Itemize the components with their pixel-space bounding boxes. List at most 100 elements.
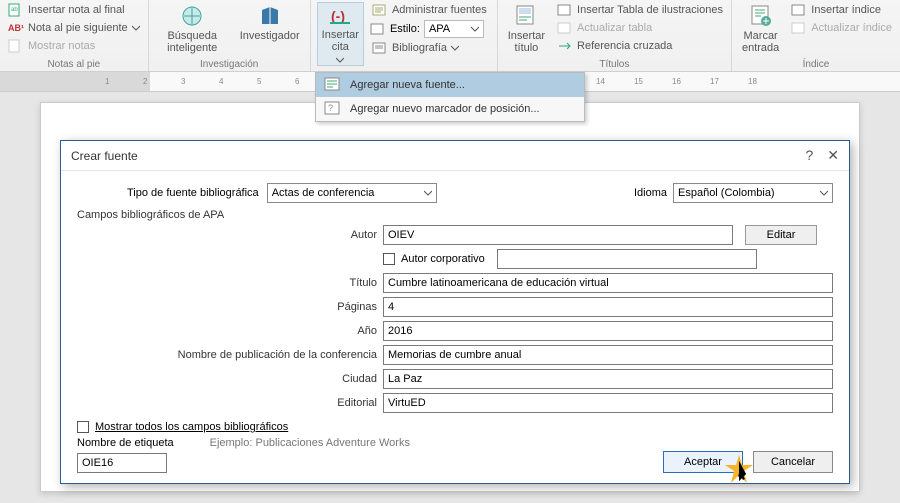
style-combo[interactable]: APA: [424, 20, 484, 38]
insert-index-label: Insertar índice: [811, 4, 881, 16]
endnote-label: Insertar nota al final: [28, 4, 125, 16]
insert-citation-button[interactable]: (-) Insertar cita: [317, 2, 364, 66]
mark-entry-button[interactable]: Marcar entrada: [738, 2, 783, 56]
style-row: Estilo: APA: [370, 20, 489, 38]
pages-label: Páginas: [77, 301, 377, 313]
conf-name-input[interactable]: [383, 345, 833, 365]
dialog-titlebar: Crear fuente ? ✕: [61, 141, 849, 171]
menu-add-placeholder[interactable]: ? Agregar nuevo marcador de posición...: [316, 97, 584, 121]
corp-author-input[interactable]: [497, 249, 757, 269]
title-label: Título: [77, 277, 377, 289]
show-all-checkbox[interactable]: [77, 421, 89, 433]
ribbon-group-label: Notas al pie: [6, 59, 142, 71]
svg-text:?: ?: [328, 103, 333, 113]
chevron-down-icon: [424, 189, 432, 197]
svg-text:5: 5: [257, 77, 262, 86]
cross-ref-label: Referencia cruzada: [577, 40, 672, 52]
insert-citation-icon: (-): [328, 5, 352, 27]
svg-text:ab: ab: [11, 7, 18, 13]
language-combo[interactable]: Español (Colombia): [673, 183, 833, 203]
ribbon-group-captions: Insertar título Insertar Tabla de ilustr…: [498, 0, 732, 71]
city-label: Ciudad: [77, 373, 377, 385]
next-footnote-button[interactable]: AB¹ Nota al pie siguiente: [6, 20, 142, 36]
source-type-combo[interactable]: Actas de conferencia: [267, 183, 437, 203]
show-notes-button[interactable]: Mostrar notas: [6, 38, 142, 54]
year-input[interactable]: [383, 321, 833, 341]
menu-item-label: Agregar nueva fuente...: [350, 79, 465, 91]
insert-index-button[interactable]: Insertar índice: [789, 2, 894, 18]
cancel-button[interactable]: Cancelar: [753, 451, 833, 473]
update-table-icon: [557, 21, 573, 35]
insert-tof-label: Insertar Tabla de ilustraciones: [577, 4, 723, 16]
ribbon-group-label: Títulos: [504, 59, 725, 71]
tag-name-label: Nombre de etiqueta: [77, 437, 174, 449]
smart-lookup-button[interactable]: Búsqueda inteligente: [155, 2, 230, 56]
svg-text:1: 1: [105, 77, 110, 86]
researcher-button[interactable]: Investigador: [236, 2, 304, 44]
year-label: Año: [77, 325, 377, 337]
endnote-button[interactable]: ab Insertar nota al final: [6, 2, 142, 18]
corp-author-label: Autor corporativo: [401, 253, 485, 265]
example-text: Ejemplo: Publicaciones Adventure Works: [210, 437, 410, 449]
add-placeholder-icon: ?: [324, 101, 342, 117]
next-footnote-label: Nota al pie siguiente: [28, 22, 128, 34]
source-type-value: Actas de conferencia: [272, 187, 375, 199]
ribbon: ab Insertar nota al final AB¹ Nota al pi…: [0, 0, 900, 72]
accept-button[interactable]: Aceptar: [663, 451, 743, 473]
update-table-button[interactable]: Actualizar tabla: [555, 20, 725, 36]
city-input[interactable]: [383, 369, 833, 389]
close-icon[interactable]: ✕: [827, 147, 839, 164]
svg-text:14: 14: [596, 77, 605, 86]
insert-tof-button[interactable]: Insertar Tabla de ilustraciones: [555, 2, 725, 18]
ribbon-group-research: Búsqueda inteligente Investigador Invest…: [149, 0, 311, 71]
bibliography-icon: [372, 41, 388, 55]
style-icon: [370, 22, 386, 36]
chevron-down-icon: [451, 44, 459, 52]
style-value: APA: [429, 23, 450, 35]
bibliography-button[interactable]: Bibliografía: [370, 40, 489, 56]
smart-lookup-icon: [180, 4, 204, 28]
mark-entry-icon: [749, 4, 773, 28]
insert-caption-label: Insertar título: [508, 30, 545, 54]
svg-text:18: 18: [748, 77, 757, 86]
source-type-label: Tipo de fuente bibliográfica: [127, 187, 259, 199]
create-source-dialog: Crear fuente ? ✕ Tipo de fuente bibliogr…: [60, 140, 850, 484]
chevron-down-icon: [132, 24, 140, 32]
show-all-label: Mostrar todos los campos bibliográficos: [95, 421, 288, 433]
update-index-button[interactable]: Actualizar índice: [789, 20, 894, 36]
ribbon-group-index: Marcar entrada Insertar índice Actualiza…: [732, 0, 900, 71]
language-label: Idioma: [634, 187, 667, 199]
tag-input[interactable]: [77, 453, 167, 473]
style-label: Estilo:: [390, 23, 420, 35]
mark-entry-label: Marcar entrada: [742, 30, 779, 54]
pages-input[interactable]: [383, 297, 833, 317]
menu-add-new-source[interactable]: Agregar nueva fuente...: [316, 73, 584, 97]
menu-item-label: Agregar nuevo marcador de posición...: [350, 103, 540, 115]
update-table-label: Actualizar tabla: [577, 22, 652, 34]
cross-ref-button[interactable]: Referencia cruzada: [555, 38, 725, 54]
insert-citation-label: Insertar cita: [322, 29, 359, 53]
ribbon-group-label: Índice: [738, 59, 894, 71]
apa-fields-label: Campos bibliográficos de APA: [77, 209, 833, 221]
svg-text:3: 3: [181, 77, 186, 86]
publisher-input[interactable]: [383, 393, 833, 413]
conf-name-label: Nombre de publicación de la conferencia: [77, 349, 377, 361]
manage-sources-button[interactable]: Administrar fuentes: [370, 2, 489, 18]
insert-caption-button[interactable]: Insertar título: [504, 2, 549, 56]
svg-text:17: 17: [710, 77, 719, 86]
dialog-body: Tipo de fuente bibliográfica Actas de co…: [61, 171, 849, 483]
next-footnote-icon: AB¹: [8, 21, 24, 35]
researcher-label: Investigador: [240, 30, 300, 42]
help-icon[interactable]: ?: [805, 147, 813, 164]
update-index-label: Actualizar índice: [811, 22, 892, 34]
show-notes-label: Mostrar notas: [28, 40, 95, 52]
show-notes-icon: [8, 39, 24, 53]
edit-button[interactable]: Editar: [745, 225, 817, 245]
publisher-label: Editorial: [77, 397, 377, 409]
caption-icon: [514, 4, 538, 28]
manage-sources-icon: [372, 3, 388, 17]
corp-author-checkbox[interactable]: [383, 253, 395, 265]
insert-index-icon: [791, 3, 807, 17]
author-input[interactable]: [383, 225, 733, 245]
title-input[interactable]: [383, 273, 833, 293]
